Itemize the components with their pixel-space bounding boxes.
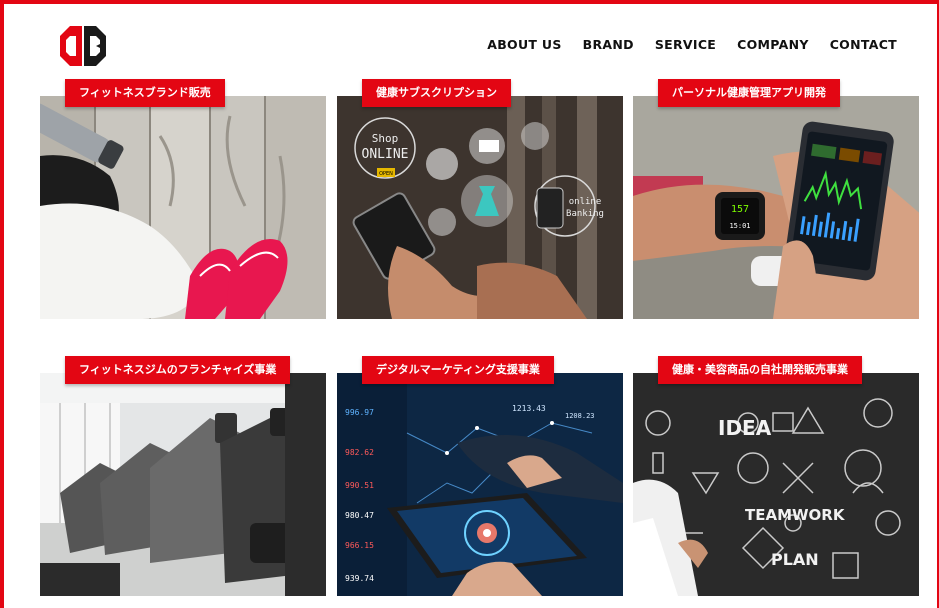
card-title: 健康サブスクリプション [362,79,511,107]
idea-text: IDEA [718,416,772,440]
service-card-digital-marketing[interactable]: デジタルマーケティング支援事業 996.97 982.62 990.51 980… [337,356,623,596]
ticker-8: 1208.23 [565,412,595,420]
banking-text-1: online [569,197,602,207]
service-card-health-app[interactable]: パーソナル健康管理アプリ開発 157 15:01 [633,79,919,319]
ticker-4: 980.47 [345,511,374,520]
main-nav: ABOUT US BRAND SERVICE COMPANY CONTACT [466,37,897,52]
online-shopping-photo: Shop ONLINE OPEN online Banking [337,96,623,319]
ticker-2: 982.62 [345,448,374,457]
service-card-gym-franchise[interactable]: フィットネスジムのフランチャイズ事業 [40,356,326,596]
ticker-3: 990.51 [345,481,374,490]
service-card-health-subscription[interactable]: 健康サブスクリプション Shop ONLINE OPEN online Bank… [337,79,623,319]
db-logo-icon[interactable] [58,24,108,68]
service-card-fitness-brand[interactable]: フィットネスブランド販売 [40,79,326,319]
card-title: デジタルマーケティング支援事業 [362,356,554,384]
card-title: 健康・美容商品の自社開発販売事業 [658,356,862,384]
ticker-1: 996.97 [345,408,374,417]
banking-text-2: Banking [566,209,604,219]
gym-equipment-photo [40,373,326,596]
service-card-health-beauty-products[interactable]: 健康・美容商品の自社開発販売事業 IDEA TEAMWORK PLAN [633,356,919,596]
ticker-6: 939.74 [345,574,374,583]
card-title: パーソナル健康管理アプリ開発 [658,79,840,107]
digital-tablet-photo: 996.97 982.62 990.51 980.47 966.15 939.7… [337,373,623,596]
nav-contact[interactable]: CONTACT [830,37,897,52]
ticker-5: 966.15 [345,541,374,550]
chalkboard-ideas-photo: IDEA TEAMWORK PLAN [633,373,919,596]
site-header: ABOUT US BRAND SERVICE COMPANY CONTACT [0,0,939,82]
card-title: フィットネスブランド販売 [65,79,225,107]
nav-about-us[interactable]: ABOUT US [487,37,561,52]
watch-time: 15:01 [729,222,750,230]
smartwatch-app-photo: 157 15:01 [633,96,919,319]
nav-brand[interactable]: BRAND [583,37,634,52]
shop-text: Shop [372,132,399,145]
online-text: ONLINE [362,147,409,162]
plan-text: PLAN [771,550,819,569]
nav-service[interactable]: SERVICE [655,37,716,52]
teamwork-text: TEAMWORK [745,506,846,524]
nav-company[interactable]: COMPANY [737,37,809,52]
watch-value: 157 [731,204,749,215]
open-tag: OPEN [379,171,393,177]
fitness-gear-photo [40,96,326,319]
ticker-7: 1213.43 [512,404,546,413]
card-title: フィットネスジムのフランチャイズ事業 [65,356,291,384]
